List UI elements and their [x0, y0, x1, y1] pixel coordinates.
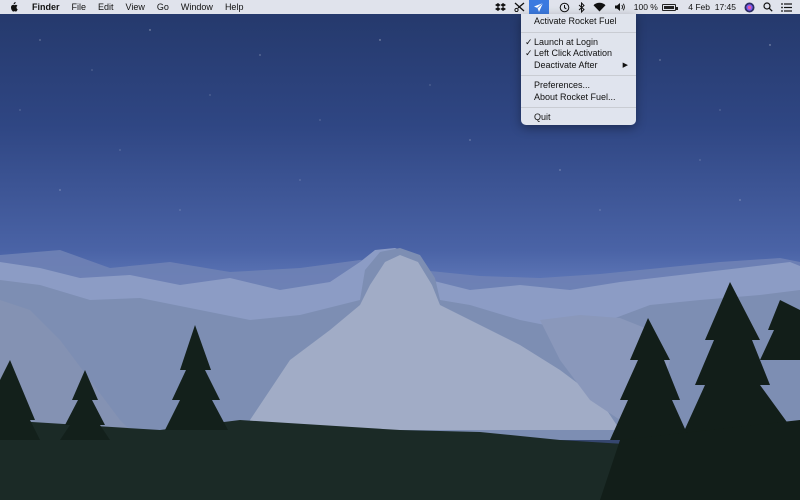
- menu-window[interactable]: Window: [175, 0, 219, 14]
- menu-item-label: Launch at Login: [534, 36, 599, 47]
- submenu-arrow-icon: ▶: [622, 61, 628, 69]
- notification-center-icon[interactable]: [777, 0, 800, 14]
- menu-item-label: Activate Rocket Fuel: [534, 16, 617, 26]
- apple-logo-icon[interactable]: [0, 0, 26, 14]
- status-tray: 100 % 4 Feb 17:45: [491, 0, 800, 14]
- battery-percent: 100 %: [633, 2, 658, 12]
- desktop-wallpaper: [0, 0, 800, 500]
- clock[interactable]: 4 Feb 17:45: [680, 0, 740, 14]
- clock-date: 4 Feb: [688, 2, 710, 12]
- menu-edit[interactable]: Edit: [92, 0, 120, 14]
- menu-item-about[interactable]: About Rocket Fuel...: [521, 92, 636, 104]
- wallpaper-landscape: [0, 29, 800, 500]
- menu-bar-left: Finder File Edit View Go Window Help: [0, 0, 249, 14]
- battery-icon: [662, 4, 679, 12]
- battery-status[interactable]: 100 %: [630, 0, 680, 14]
- dropbox-icon[interactable]: [491, 0, 510, 14]
- menu-finder[interactable]: Finder: [26, 0, 66, 14]
- battery-level-fill: [664, 6, 675, 10]
- menu-item-preferences[interactable]: Preferences...: [521, 80, 636, 92]
- menu-separator: [521, 107, 636, 108]
- menu-separator: [521, 31, 636, 33]
- menu-item-label: Preferences...: [534, 80, 591, 90]
- menu-item-launch-at-login[interactable]: ✓ Launch at Login: [521, 37, 636, 49]
- rocket-fuel-icon[interactable]: [528, 0, 549, 14]
- menu-item-quit[interactable]: Quit: [521, 112, 636, 124]
- time-machine-icon[interactable]: [555, 0, 574, 14]
- checkmark-icon: ✓: [525, 48, 533, 58]
- bluetooth-icon[interactable]: [574, 0, 589, 14]
- menu-bar: Finder File Edit View Go Window Help 100…: [0, 0, 800, 14]
- menu-item-left-click-activation[interactable]: ✓ Left Click Activation: [521, 48, 636, 60]
- menu-item-label: Left Click Activation: [534, 48, 613, 58]
- menu-item-label: Deactivate After: [534, 59, 598, 70]
- checkmark-icon: ✓: [525, 36, 533, 47]
- menu-item-deactivate-after[interactable]: Deactivate After ▶: [521, 60, 636, 72]
- siri-icon[interactable]: [740, 0, 759, 14]
- wifi-icon[interactable]: [589, 0, 610, 14]
- menu-item-label: Quit: [534, 112, 551, 122]
- volume-icon[interactable]: [610, 0, 630, 14]
- stars: [19, 29, 771, 211]
- menu-item-activate[interactable]: Activate Rocket Fuel: [521, 16, 636, 28]
- rocket-fuel-menu: Activate Rocket Fuel ✓ Launch at Login ✓…: [521, 14, 636, 125]
- menu-separator: [521, 75, 636, 76]
- menu-item-label: About Rocket Fuel...: [534, 91, 616, 102]
- menu-go[interactable]: Go: [151, 0, 175, 14]
- menu-view[interactable]: View: [120, 0, 151, 14]
- search-icon[interactable]: [759, 0, 777, 14]
- scissors-icon[interactable]: [510, 0, 529, 14]
- menu-file[interactable]: File: [66, 0, 93, 14]
- menu-help[interactable]: Help: [219, 0, 250, 14]
- clock-time: 17:45: [714, 2, 736, 12]
